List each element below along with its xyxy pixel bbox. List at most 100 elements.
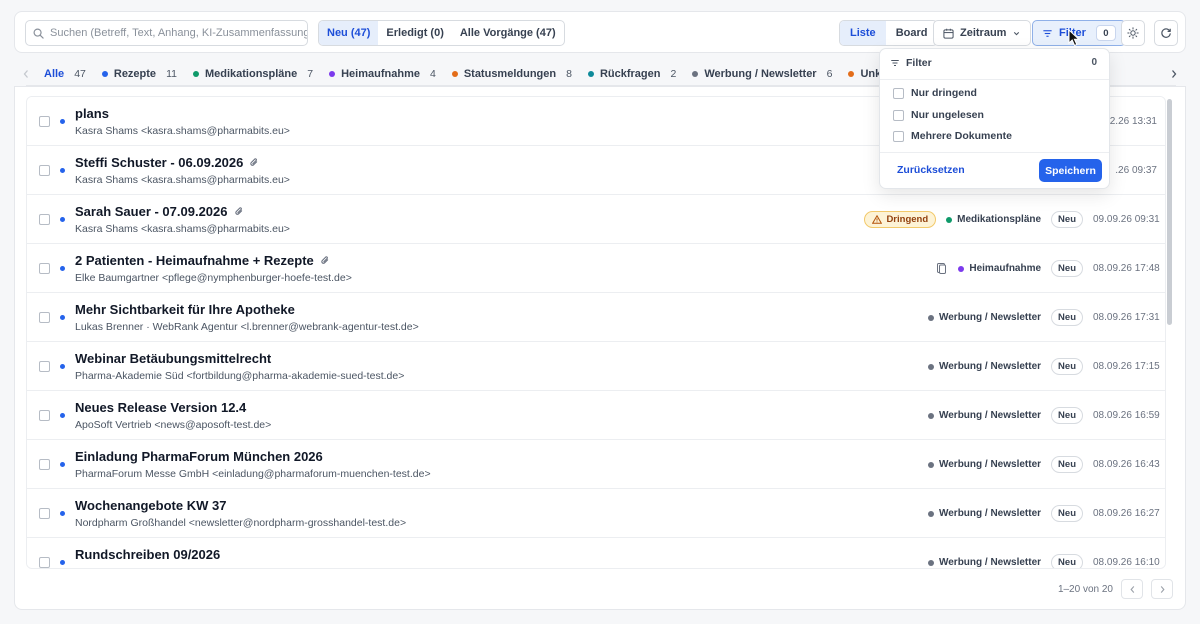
row-checkbox[interactable] — [39, 263, 50, 274]
email-subject-text: Neues Release Version 12.4 — [75, 400, 247, 415]
category-tab[interactable]: Statusmeldungen 8 — [444, 62, 580, 86]
checkbox[interactable] — [893, 130, 904, 142]
checkbox[interactable] — [893, 109, 904, 121]
email-subject[interactable]: Wochenangebote KW 37 — [75, 498, 226, 513]
row-checkbox[interactable] — [39, 459, 50, 470]
email-subject[interactable]: 2 Patienten - Heimaufnahme + Rezepte — [75, 253, 330, 268]
category-tab-count: 11 — [166, 68, 177, 80]
email-subject[interactable]: Mehr Sichtbarkeit für Ihre Apotheke — [75, 302, 295, 317]
row-checkbox[interactable] — [39, 214, 50, 225]
email-row[interactable]: Mehr Sichtbarkeit für Ihre Apotheke Lukas… — [27, 293, 1165, 342]
email-subject[interactable]: Webinar Betäubungsmittelrecht — [75, 351, 271, 366]
status-badge: Neu — [1051, 211, 1083, 228]
filter-option-label: Mehrere Dokumente — [911, 130, 1012, 142]
email-sender: Pharma-Akademie Süd <fortbildung@pharma-… — [75, 370, 405, 382]
email-subject[interactable]: Sarah Sauer - 07.09.2026 — [75, 204, 244, 219]
category-tab[interactable]: Medikationspläne 7 — [185, 62, 321, 86]
email-row[interactable]: Einladung PharmaForum München 2026 Pharma… — [27, 440, 1165, 489]
email-sender: Nordpharm Großhandel <newsletter@nordpha… — [75, 517, 407, 529]
category-tab[interactable]: Alle 47 — [36, 62, 94, 86]
refresh-button[interactable] — [1154, 20, 1178, 46]
email-row[interactable]: 2 Patienten - Heimaufnahme + Rezepte Elke… — [27, 244, 1165, 293]
status-badge: Neu — [1051, 260, 1083, 277]
status-tab-2[interactable]: Alle Vorgänge (47) — [452, 21, 564, 45]
email-subject-text: Sarah Sauer - 07.09.2026 — [75, 204, 228, 219]
save-button[interactable]: Speichern — [1039, 159, 1102, 182]
email-subject-text: Steffi Schuster - 06.09.2026 — [75, 155, 244, 170]
email-meta: Werbung / Newsletter Neu 08.09.26 16:27 — [927, 489, 1160, 538]
email-sender: Elke Baumgartner <pflege@nymphenburger-h… — [75, 272, 352, 284]
row-checkbox[interactable] — [39, 165, 50, 176]
row-checkbox[interactable] — [39, 312, 50, 323]
chevron-right-icon[interactable] — [1168, 66, 1180, 82]
email-subject[interactable]: Rundschreiben 09/2026 — [75, 547, 220, 562]
category-tab[interactable]: Werbung / Newsletter 6 — [684, 62, 840, 86]
paperclip-icon — [249, 157, 259, 168]
view-toggle-board[interactable]: Board — [886, 21, 938, 45]
status-tab-1[interactable]: Erledigt (0) — [378, 21, 451, 45]
category-tab-count: 4 — [429, 68, 436, 80]
category-tab-label: Statusmeldungen — [463, 68, 557, 80]
unread-dot — [60, 364, 65, 369]
status-badge: Neu — [1051, 456, 1083, 473]
documents-icon — [934, 262, 948, 276]
scrollbar[interactable] — [1167, 99, 1172, 325]
zeitraum-button[interactable]: Zeitraum — [933, 20, 1032, 46]
row-checkbox[interactable] — [39, 410, 50, 421]
category-tab-label: Rückfragen — [599, 68, 661, 80]
email-row[interactable]: Sarah Sauer - 07.09.2026 Kasra Shams <kas… — [27, 195, 1165, 244]
chevron-left-icon[interactable] — [20, 66, 32, 82]
filter-dropdown-title: Filter — [906, 57, 932, 69]
email-sender: PharmaForum Messe GmbH <einladung@pharma… — [75, 468, 431, 480]
email-subject[interactable]: Neues Release Version 12.4 — [75, 400, 246, 415]
filter-option-nur-dringend[interactable]: Nur dringend — [893, 87, 977, 99]
divider — [880, 152, 1109, 153]
warning-icon — [872, 215, 883, 224]
category-dot — [101, 71, 108, 77]
email-subject[interactable]: Steffi Schuster - 06.09.2026 — [75, 155, 259, 170]
email-meta: Dringend Medikationspläne Neu 09.09.26 09:3… — [864, 195, 1160, 244]
email-subject-text: Webinar Betäubungsmittelrecht — [75, 351, 272, 366]
category-tab[interactable]: Heimaufnahme 4 — [321, 62, 444, 86]
email-row[interactable]: Wochenangebote KW 37 Nordpharm Großhandel… — [27, 489, 1165, 538]
view-toggle-liste[interactable]: Liste — [840, 21, 886, 45]
email-subject[interactable]: Einladung PharmaForum München 2026 — [75, 449, 323, 464]
category-label-text: Werbung / Newsletter — [938, 459, 1042, 470]
search-box[interactable] — [25, 20, 308, 46]
theme-toggle-button[interactable] — [1121, 20, 1145, 46]
category-tab[interactable]: Rezepte 11 — [94, 62, 185, 86]
category-dot — [329, 71, 336, 77]
category-label-text: Werbung / Newsletter — [938, 508, 1042, 519]
prev-page-button[interactable] — [1121, 579, 1143, 599]
filter-option-mehrere-dokumente[interactable]: Mehrere Dokumente — [893, 130, 1012, 142]
email-timestamp: 08.09.26 16:43 — [1093, 459, 1160, 470]
filter-option-nur-ungelesen[interactable]: Nur ungelesen — [893, 109, 984, 121]
category-tab-count: 8 — [566, 68, 572, 80]
email-row[interactable]: Neues Release Version 12.4 ApoSoft Vertri… — [27, 391, 1165, 440]
status-tab-0[interactable]: Neu (47) — [319, 21, 379, 45]
filter-dropdown-count: 0 — [1091, 57, 1097, 68]
reset-button[interactable]: Zurücksetzen — [897, 164, 965, 176]
email-timestamp: 08.09.26 16:27 — [1093, 508, 1160, 519]
row-checkbox[interactable] — [39, 557, 50, 568]
row-checkbox[interactable] — [39, 116, 50, 127]
divider — [880, 79, 1109, 80]
row-checkbox[interactable] — [39, 361, 50, 372]
status-tabs: Neu (47) Erledigt (0) Alle Vorgänge (47) — [318, 20, 565, 46]
category-dot — [927, 314, 934, 321]
next-page-button[interactable] — [1151, 579, 1173, 599]
email-meta: Heimaufnahme Neu 08.09.26 17:48 — [934, 244, 1160, 293]
email-meta: Werbung / Newsletter Neu 08.09.26 16:10 — [927, 538, 1160, 568]
category-dot — [587, 71, 594, 77]
toolbar: Neu (47)Erledigt (0)Alle Vorgänge (47) L… — [14, 11, 1186, 53]
category-dot — [451, 71, 458, 77]
email-timestamp: 08.09.26 17:31 — [1093, 312, 1160, 323]
email-sender: ApoSoft Vertrieb <news@aposoft-test.de> — [75, 419, 272, 431]
email-row[interactable]: Webinar Betäubungsmittelrecht Pharma-Akad… — [27, 342, 1165, 391]
search-input[interactable] — [50, 27, 307, 39]
checkbox[interactable] — [893, 87, 904, 99]
email-row[interactable]: Rundschreiben 09/2026 Werbung / Newslette… — [27, 538, 1165, 568]
email-subject[interactable]: plans — [75, 106, 109, 121]
category-tab[interactable]: Rückfragen 2 — [580, 62, 684, 86]
row-checkbox[interactable] — [39, 508, 50, 519]
